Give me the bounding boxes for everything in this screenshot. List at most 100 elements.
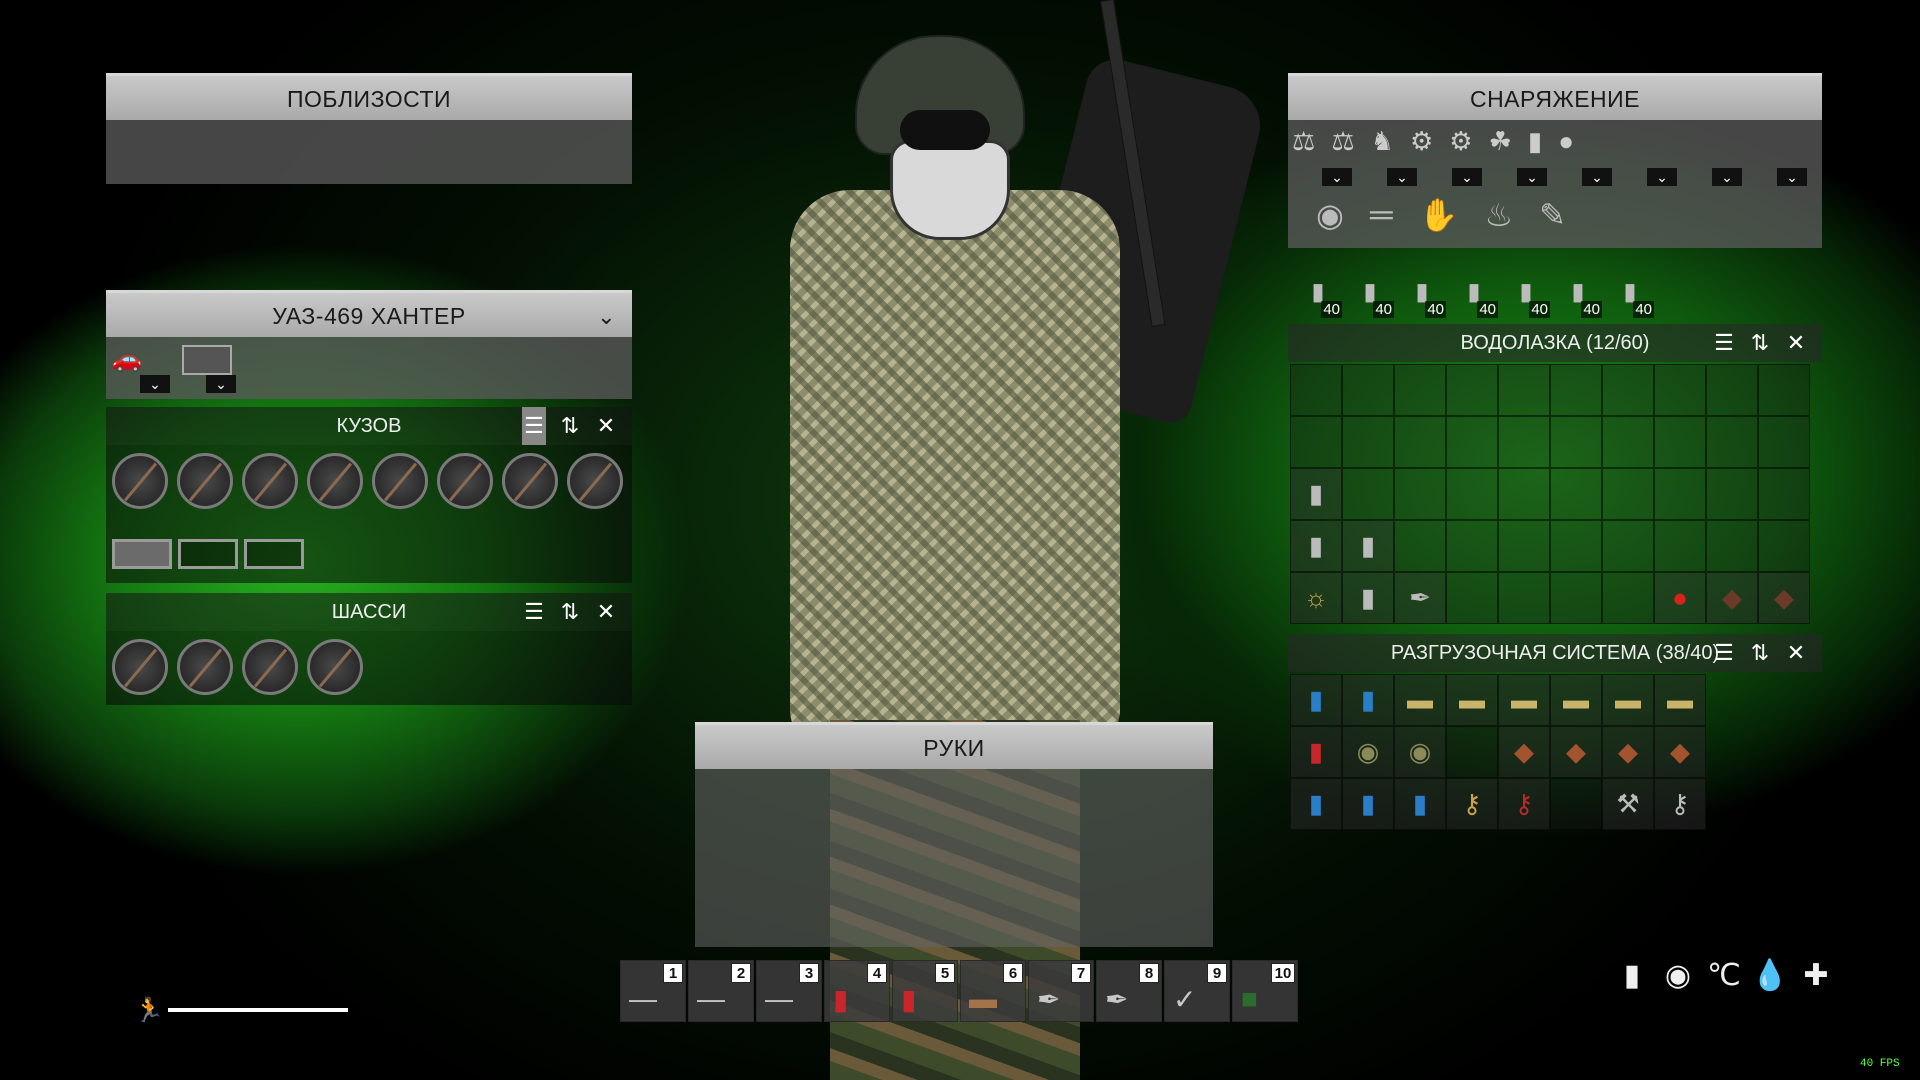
spark-plug-slot[interactable] bbox=[177, 453, 233, 509]
belt-slot-icon[interactable]: ═ bbox=[1370, 196, 1393, 234]
grid-cell[interactable] bbox=[1394, 520, 1446, 572]
tuna-can-item[interactable]: ▬ bbox=[1446, 674, 1498, 726]
hotbar-slot[interactable]: ▮ 5 bbox=[892, 960, 958, 1022]
chevron-down-icon[interactable]: ⌄ bbox=[1322, 168, 1352, 186]
grid-cell[interactable] bbox=[1446, 726, 1498, 778]
boots-slot-icon[interactable]: ♨ bbox=[1484, 196, 1513, 234]
helmet-slot-icon[interactable]: ● bbox=[1558, 126, 1574, 157]
grid-cell[interactable] bbox=[1550, 520, 1602, 572]
magazine-item[interactable]: ▮ bbox=[1342, 520, 1394, 572]
car-body-icon[interactable]: 🚗 bbox=[112, 345, 168, 375]
rifle-slot-icon[interactable]: ⚖ bbox=[1292, 126, 1315, 157]
grid-cell[interactable] bbox=[1706, 416, 1758, 468]
steak-item[interactable]: ◆ bbox=[1498, 726, 1550, 778]
grid-cell[interactable] bbox=[1706, 364, 1758, 416]
magazine-item[interactable]: ▮ 40 bbox=[1292, 266, 1344, 318]
hotbar-slot[interactable]: ▮ 4 bbox=[824, 960, 890, 1022]
grid-cell[interactable] bbox=[1446, 520, 1498, 572]
chevron-down-icon[interactable]: ⌄ bbox=[1387, 168, 1417, 186]
gloves-slot-icon[interactable]: ✋ bbox=[1419, 196, 1459, 234]
tuna-can-item[interactable]: ▬ bbox=[1498, 674, 1550, 726]
swap-icon[interactable]: ⇅ bbox=[558, 593, 582, 631]
grid-cell[interactable] bbox=[1550, 468, 1602, 520]
grid-cell[interactable] bbox=[1706, 468, 1758, 520]
magazine-item[interactable]: ▮ bbox=[1342, 572, 1394, 624]
headlight-slot[interactable] bbox=[437, 453, 493, 509]
magazine-item[interactable]: ▮ 40 bbox=[1344, 266, 1396, 318]
meat-item[interactable]: ◆ bbox=[1706, 572, 1758, 624]
swap-icon[interactable]: ⇅ bbox=[558, 407, 582, 445]
vehicle-header[interactable]: УАЗ-469 ХАНТЕР ⌄ bbox=[106, 290, 632, 337]
chevron-down-icon[interactable]: ⌄ bbox=[140, 375, 170, 393]
soda-can-item[interactable]: ▮ bbox=[1290, 674, 1342, 726]
tuna-can-item[interactable]: ▬ bbox=[1394, 674, 1446, 726]
chevron-down-icon[interactable]: ⌄ bbox=[1452, 168, 1482, 186]
headlight-slot[interactable] bbox=[307, 453, 363, 509]
headlight-slot[interactable] bbox=[242, 453, 298, 509]
grid-cell[interactable] bbox=[1602, 572, 1654, 624]
swap-icon[interactable]: ⇅ bbox=[1748, 324, 1772, 362]
close-icon[interactable]: ✕ bbox=[594, 593, 618, 631]
magazine-item[interactable]: ▮ 40 bbox=[1552, 266, 1604, 318]
hotbar-slot[interactable]: ▬ 6 bbox=[960, 960, 1026, 1022]
rifle-slot-icon[interactable]: ⚖ bbox=[1331, 126, 1354, 157]
chevron-down-icon[interactable]: ⌄ bbox=[1777, 168, 1807, 186]
grid-cell[interactable] bbox=[1602, 364, 1654, 416]
flashlight-slot-icon[interactable]: ▮ bbox=[1528, 126, 1542, 157]
grid-cell[interactable] bbox=[1758, 416, 1810, 468]
grid-cell[interactable] bbox=[1602, 416, 1654, 468]
vest-slot-icon[interactable]: ♞ bbox=[1371, 126, 1394, 157]
magazine-item[interactable]: ▮ 40 bbox=[1500, 266, 1552, 318]
chevron-down-icon[interactable]: ⌄ bbox=[1647, 168, 1677, 186]
layers-icon[interactable]: ☰ bbox=[522, 593, 546, 631]
grid-cell[interactable] bbox=[1446, 416, 1498, 468]
grid-cell[interactable] bbox=[1498, 416, 1550, 468]
soda-can-item[interactable]: ▮ bbox=[1342, 674, 1394, 726]
headlight-slot[interactable] bbox=[372, 453, 428, 509]
nearby-body[interactable] bbox=[106, 120, 632, 184]
magazine-item[interactable]: ▮ bbox=[1290, 520, 1342, 572]
pistol-slot-icon[interactable]: ⚙ bbox=[1449, 126, 1472, 157]
glass-slot[interactable] bbox=[567, 453, 623, 509]
grid-cell[interactable] bbox=[1290, 416, 1342, 468]
grid-cell[interactable] bbox=[1498, 572, 1550, 624]
soda-can-item[interactable]: ▮ bbox=[1342, 778, 1394, 830]
hotbar-slot[interactable]: ― 1 bbox=[620, 960, 686, 1022]
gun-slot-icon[interactable]: ⚙ bbox=[1410, 126, 1433, 157]
soda-can-item[interactable]: ▮ bbox=[1394, 778, 1446, 830]
grid-cell[interactable] bbox=[1654, 416, 1706, 468]
grid-cell[interactable] bbox=[1394, 416, 1446, 468]
canteen-item[interactable]: ◉ bbox=[1342, 726, 1394, 778]
grid-cell[interactable] bbox=[1446, 572, 1498, 624]
grid-cell[interactable] bbox=[1550, 364, 1602, 416]
plate-slot[interactable] bbox=[244, 539, 304, 569]
armband-slot-icon[interactable]: ✎ bbox=[1539, 196, 1566, 234]
glass-slot[interactable] bbox=[502, 453, 558, 509]
wheel-slot[interactable] bbox=[177, 639, 233, 695]
grid-cell[interactable] bbox=[1290, 364, 1342, 416]
chassis-icon[interactable] bbox=[182, 345, 232, 375]
tuna-can-item[interactable]: ▬ bbox=[1550, 674, 1602, 726]
grid-cell[interactable] bbox=[1758, 520, 1810, 572]
magazine-item[interactable]: ▮ bbox=[1290, 468, 1342, 520]
meat-item[interactable]: ◆ bbox=[1758, 572, 1810, 624]
hands-body[interactable] bbox=[695, 769, 1213, 947]
grid-cell[interactable] bbox=[1446, 468, 1498, 520]
grid-cell[interactable] bbox=[1342, 416, 1394, 468]
hotbar-slot[interactable]: ■ 10 bbox=[1232, 960, 1298, 1022]
soda-can-item[interactable]: ▮ bbox=[1290, 778, 1342, 830]
grid-cell[interactable] bbox=[1550, 778, 1602, 830]
grid-cell[interactable] bbox=[1394, 364, 1446, 416]
layers-icon[interactable]: ☰ bbox=[1712, 324, 1736, 362]
steak-item[interactable]: ◆ bbox=[1550, 726, 1602, 778]
compass-item[interactable]: ☼ bbox=[1290, 572, 1342, 624]
tuna-can-item[interactable]: ▬ bbox=[1602, 674, 1654, 726]
steak-item[interactable]: ◆ bbox=[1654, 726, 1706, 778]
wheel-slot[interactable] bbox=[242, 639, 298, 695]
grid-cell[interactable] bbox=[1602, 468, 1654, 520]
grid-cell[interactable] bbox=[1602, 520, 1654, 572]
magazine-item[interactable]: ▮ 40 bbox=[1448, 266, 1500, 318]
knife-item[interactable]: ✒ bbox=[1394, 572, 1446, 624]
swap-icon[interactable]: ⇅ bbox=[1748, 634, 1772, 672]
wheel-slot[interactable] bbox=[112, 639, 168, 695]
